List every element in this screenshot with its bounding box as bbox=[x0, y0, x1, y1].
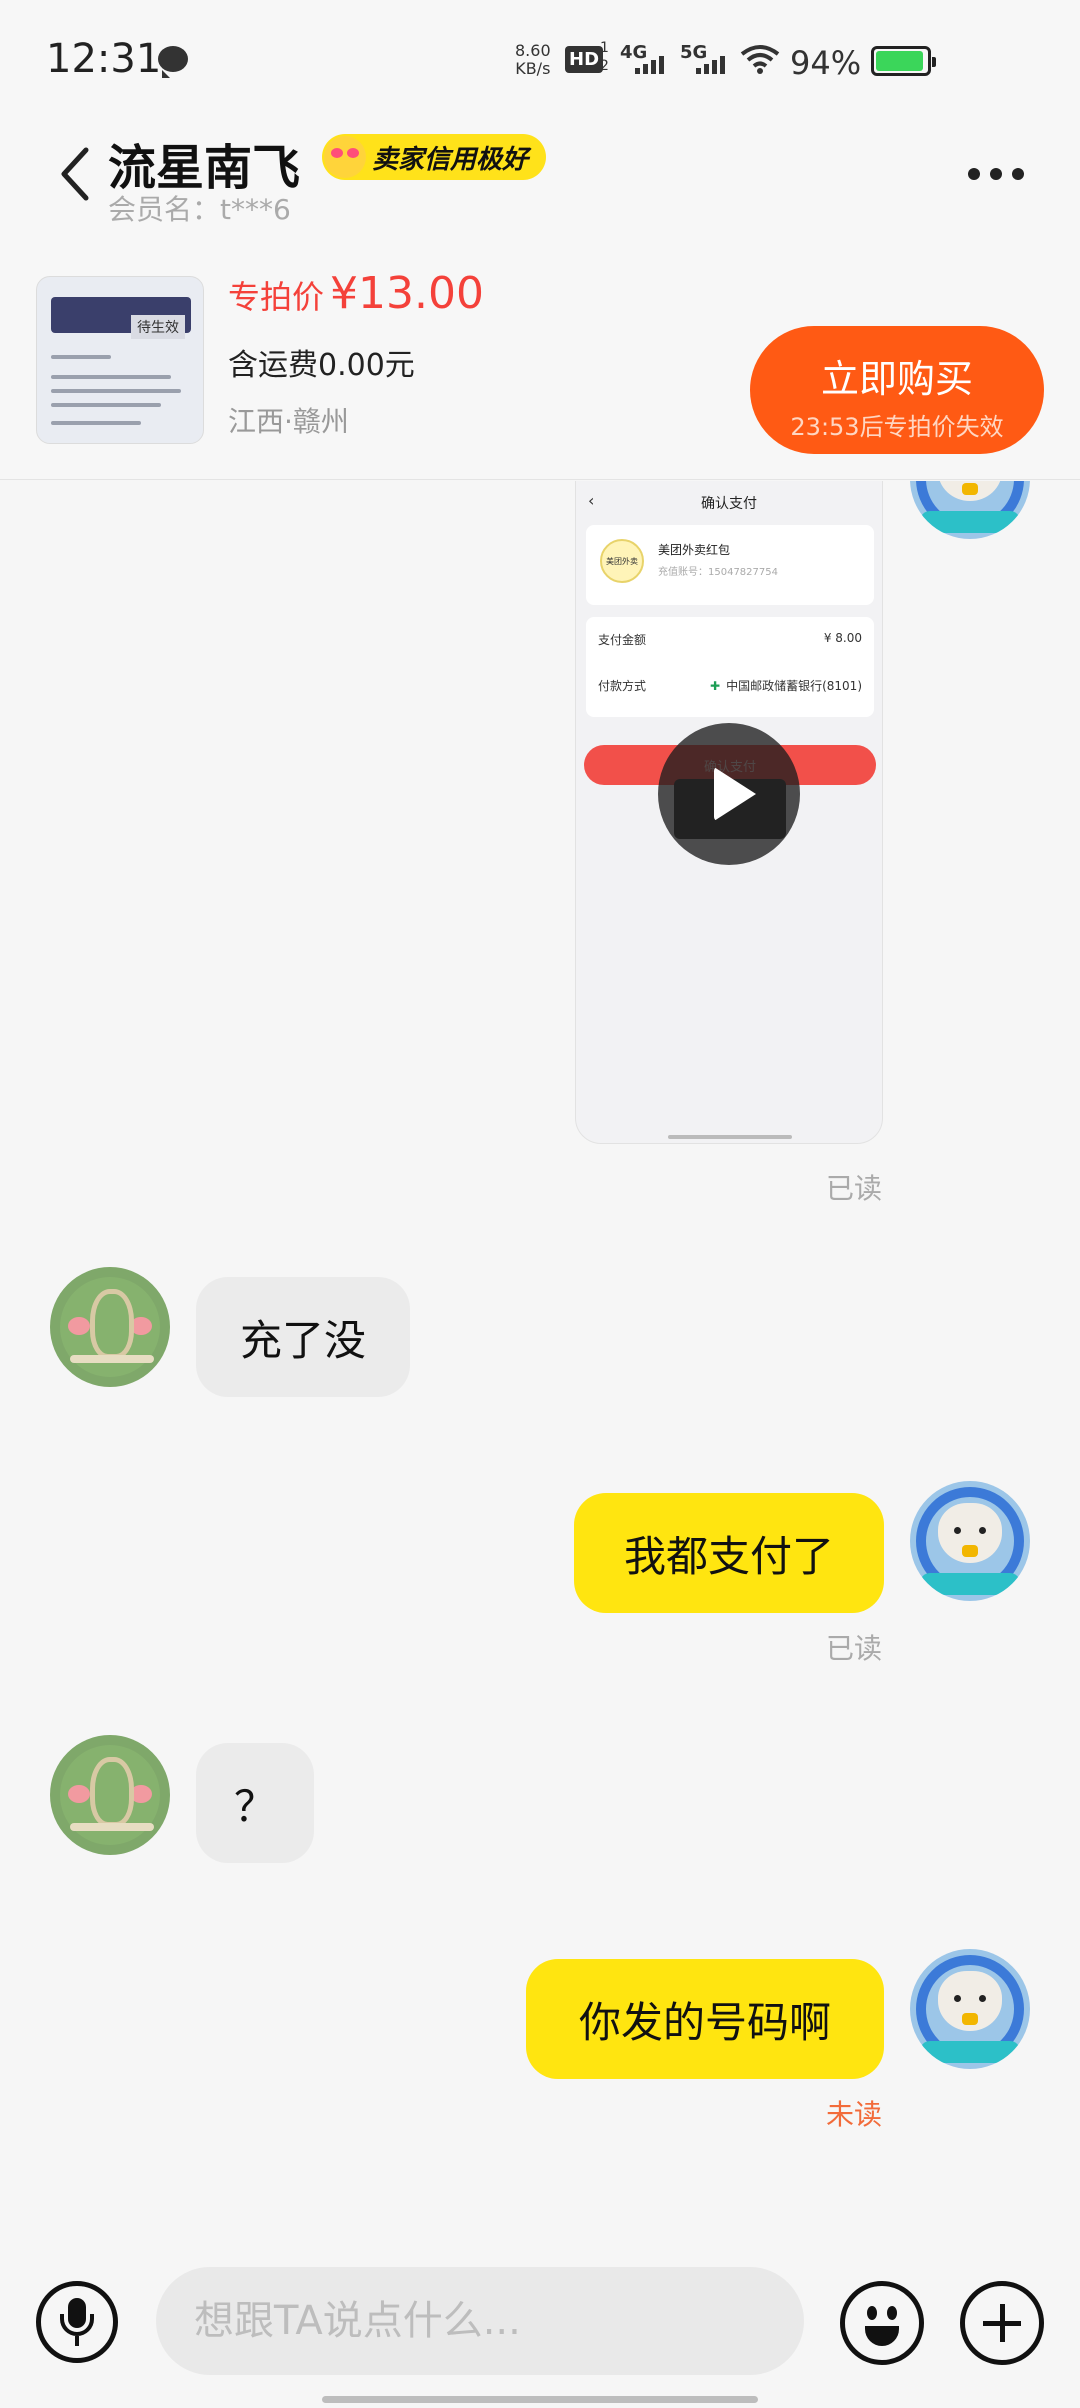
input-bar bbox=[0, 2261, 1080, 2408]
special-price: 专拍价 ¥13.00 bbox=[228, 268, 484, 319]
hd-sub-2: 2 bbox=[600, 58, 609, 74]
plus-icon[interactable] bbox=[960, 2281, 1044, 2365]
play-icon[interactable] bbox=[658, 723, 800, 865]
wifi-icon bbox=[740, 45, 780, 74]
video-amount-label: 支付金额 bbox=[598, 633, 647, 647]
video-home-indicator bbox=[668, 1135, 792, 1139]
chat-messages[interactable]: ‹ 确认支付 美团外卖 美团外卖红包 充值账号：15047827754 支付金额… bbox=[0, 481, 1080, 2261]
message-bubble[interactable]: 充了没 bbox=[196, 1277, 410, 1397]
video-merchant-name: 美团外卖红包 bbox=[658, 543, 731, 557]
more-options-icon[interactable] bbox=[968, 168, 1024, 180]
my-avatar[interactable] bbox=[910, 481, 1030, 539]
video-account: 充值账号：15047827754 bbox=[658, 567, 778, 578]
microphone-icon[interactable] bbox=[36, 2281, 118, 2363]
video-merchant-card: 美团外卖 美团外卖红包 充值账号：15047827754 bbox=[586, 525, 874, 605]
unread-status: 未读 bbox=[826, 2098, 883, 2131]
signal-bars-1-icon bbox=[635, 56, 664, 74]
home-indicator[interactable] bbox=[322, 2396, 758, 2403]
signal-bars-2-icon bbox=[696, 56, 725, 74]
battery-icon bbox=[871, 46, 936, 76]
video-message[interactable]: ‹ 确认支付 美团外卖 美团外卖红包 充值账号：15047827754 支付金额… bbox=[575, 481, 883, 1144]
seller-location: 江西·赣州 bbox=[228, 405, 349, 438]
credit-badge-label: 卖家信用极好 bbox=[372, 144, 529, 175]
buy-now-button[interactable]: 立即购买 23:53后专拍价失效 bbox=[750, 326, 1044, 454]
hd-voice-icon: HD bbox=[565, 46, 604, 73]
video-method-label: 付款方式 bbox=[598, 679, 647, 693]
my-avatar[interactable] bbox=[910, 1481, 1030, 1601]
battery-percent: 94% bbox=[790, 44, 862, 82]
price-expiry-note: 23:53后专拍价失效 bbox=[790, 413, 1004, 441]
price-value: ¥13.00 bbox=[330, 268, 484, 319]
bank-icon: ✚ bbox=[710, 679, 721, 693]
message-bubble[interactable]: 我都支付了 bbox=[574, 1493, 884, 1613]
meituan-logo: 美团外卖 bbox=[600, 539, 644, 583]
seller-credit-badge[interactable]: 卖家信用极好 bbox=[322, 134, 547, 180]
hd-sub-1: 1 bbox=[600, 40, 609, 56]
heart-eyes-icon bbox=[324, 136, 366, 178]
price-label: 专拍价 bbox=[228, 278, 325, 316]
status-time: 12:31 bbox=[46, 36, 162, 82]
read-status: 已读 bbox=[826, 1172, 883, 1205]
chat-header: 流星南飞 卖家信用极好 会员名：t***6 bbox=[0, 120, 1080, 230]
network-speed: 8.60 KB/s bbox=[515, 42, 551, 78]
contact-avatar[interactable] bbox=[50, 1267, 170, 1387]
network-speed-unit: KB/s bbox=[515, 59, 551, 78]
thumb-status-tag: 待生效 bbox=[131, 315, 185, 339]
shipping-fee: 含运费0.00元 bbox=[228, 348, 415, 383]
read-status: 已读 bbox=[826, 1632, 883, 1665]
product-card[interactable]: 待生效 专拍价 ¥13.00 含运费0.00元 江西·赣州 立即购买 23:53… bbox=[0, 230, 1080, 480]
message-bubble[interactable]: ？ bbox=[196, 1743, 314, 1863]
chat-notification-icon bbox=[158, 46, 188, 78]
video-screen-title: 确认支付 bbox=[701, 496, 757, 512]
contact-avatar[interactable] bbox=[50, 1735, 170, 1855]
back-arrow-icon[interactable] bbox=[56, 144, 96, 204]
video-amount-value: ¥ 8.00 bbox=[823, 631, 862, 645]
battery-fill bbox=[876, 51, 923, 71]
status-bar: 12:31 8.60 KB/s HD 1 2 4G 5G 94% bbox=[0, 0, 1080, 120]
product-thumbnail[interactable]: 待生效 bbox=[36, 276, 204, 444]
network-speed-value: 8.60 bbox=[515, 41, 551, 60]
video-payment-card: 支付金额 ¥ 8.00 付款方式 ✚ 中国邮政储蓄银行(8101) bbox=[586, 617, 874, 717]
member-name: 会员名：t***6 bbox=[108, 193, 291, 226]
buy-now-label: 立即购买 bbox=[820, 357, 973, 401]
my-avatar[interactable] bbox=[910, 1949, 1030, 2069]
video-method-value: 中国邮政储蓄银行(8101) bbox=[726, 679, 862, 693]
message-input[interactable] bbox=[156, 2267, 804, 2375]
emoji-icon[interactable] bbox=[840, 2281, 924, 2365]
message-bubble[interactable]: 你发的号码啊 bbox=[526, 1959, 884, 2079]
